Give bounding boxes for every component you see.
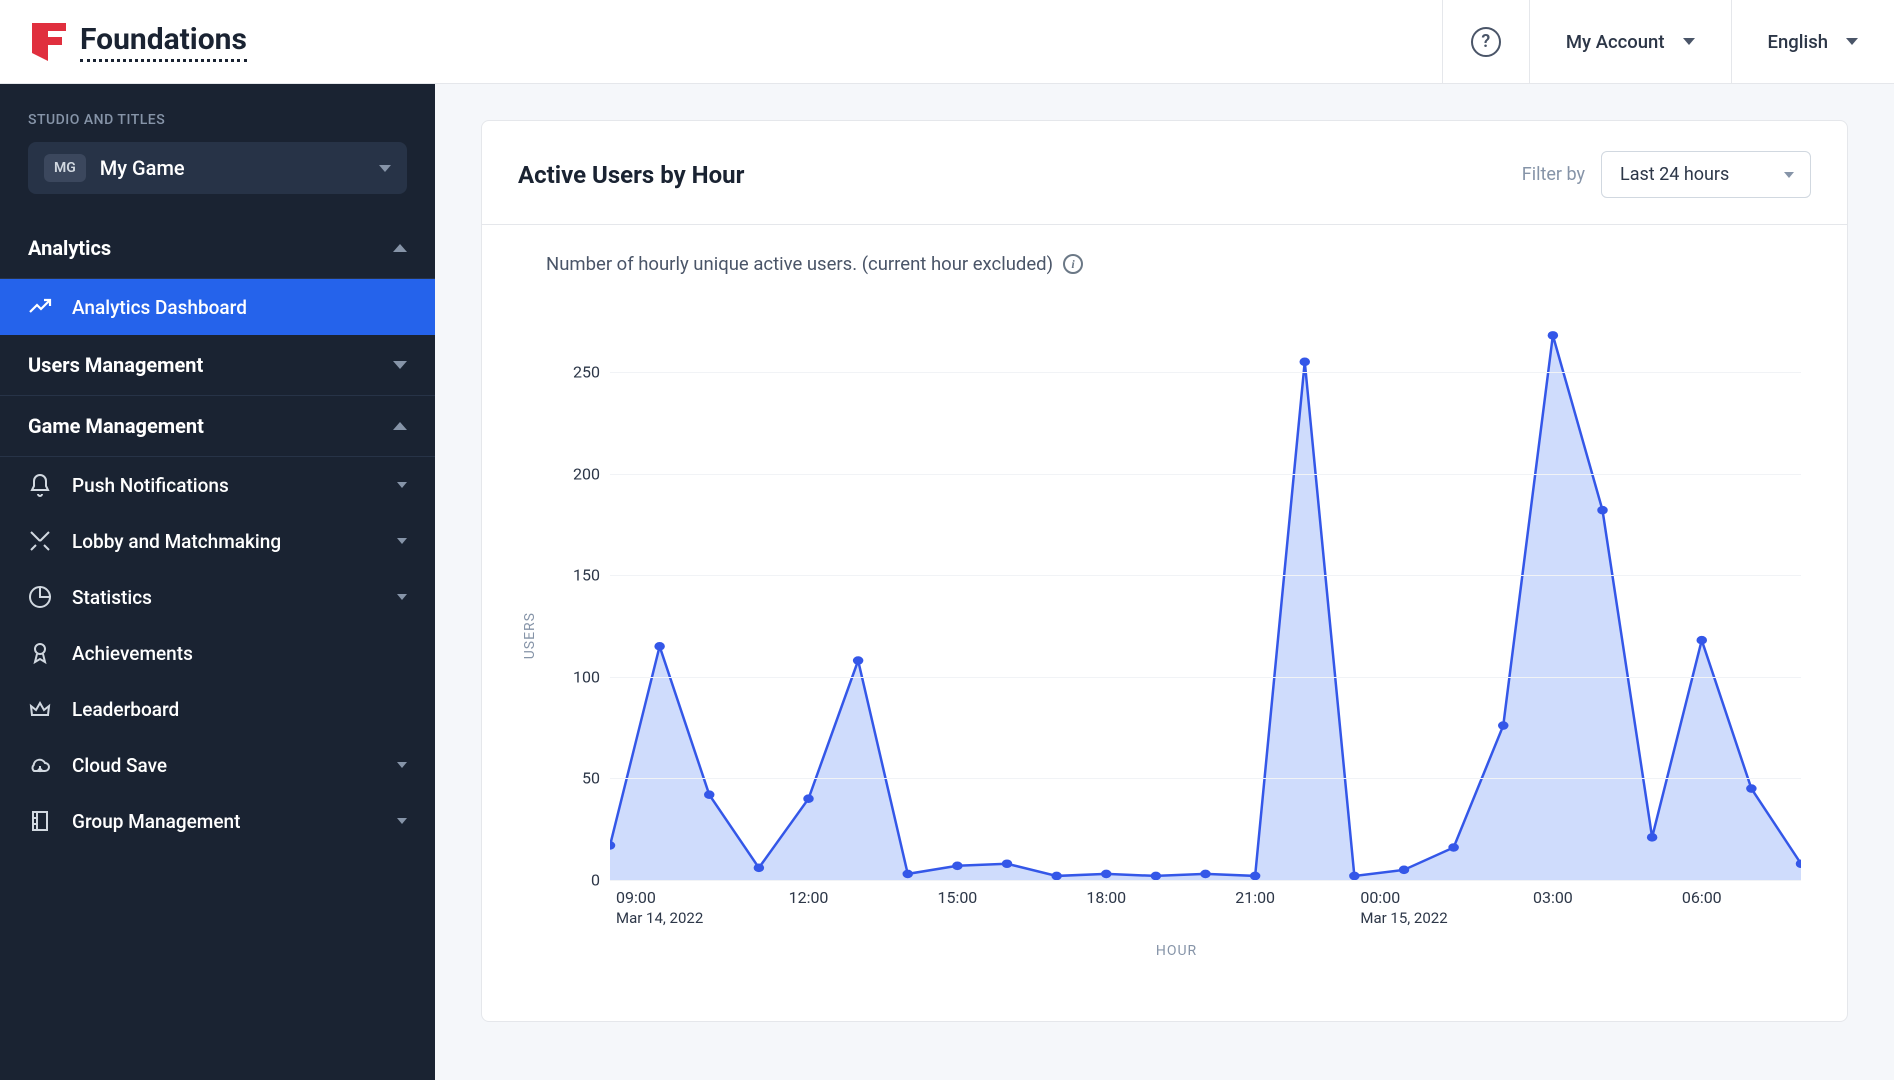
chevron-down-icon	[1846, 38, 1858, 45]
x-tick: 18:00	[1086, 880, 1126, 907]
card-title: Active Users by Hour	[518, 161, 744, 189]
active-users-card: Active Users by Hour Filter by Last 24 h…	[481, 120, 1848, 1022]
game-badge: MG	[44, 154, 86, 182]
nav-lobby-matchmaking[interactable]: Lobby and Matchmaking	[0, 513, 435, 569]
card-header: Active Users by Hour Filter by Last 24 h…	[482, 121, 1847, 225]
chevron-down-icon	[1784, 172, 1794, 178]
filter-value: Last 24 hours	[1620, 164, 1729, 185]
plot-area: 05010015020025009:00Mar 14, 202212:0015:…	[610, 311, 1801, 881]
help-icon: ?	[1471, 27, 1501, 57]
y-tick: 200	[573, 464, 600, 483]
chevron-up-icon	[393, 244, 407, 252]
game-selector[interactable]: MG My Game	[28, 142, 407, 194]
language-menu[interactable]: English	[1731, 0, 1894, 83]
chevron-down-icon	[397, 818, 407, 824]
chevron-down-icon	[397, 594, 407, 600]
main-content: Active Users by Hour Filter by Last 24 h…	[435, 84, 1894, 1080]
nav-analytics-dashboard[interactable]: Analytics Dashboard	[0, 279, 435, 335]
x-tick: 12:00	[789, 880, 829, 907]
x-tick: 03:00	[1533, 880, 1573, 907]
brand-logo-icon	[32, 23, 66, 61]
chart-caption: Number of hourly unique active users. (c…	[546, 253, 1811, 275]
filter-group: Filter by Last 24 hours	[1522, 151, 1811, 198]
account-label: My Account	[1566, 31, 1665, 53]
x-tick: 06:00	[1682, 880, 1722, 907]
caption-text: Number of hourly unique active users. (c…	[546, 253, 1053, 275]
pie-chart-icon	[28, 585, 52, 609]
swords-icon	[28, 529, 52, 553]
nav-achievements[interactable]: Achievements	[0, 625, 435, 681]
brand: Foundations	[32, 22, 247, 62]
chevron-down-icon	[379, 165, 391, 172]
nav-label: Lobby and Matchmaking	[72, 530, 281, 553]
medal-icon	[28, 641, 52, 665]
trend-up-icon	[28, 295, 52, 319]
section-game-management[interactable]: Game Management	[0, 396, 435, 457]
nav-label: Leaderboard	[72, 698, 179, 721]
info-icon[interactable]: i	[1063, 254, 1083, 274]
nav-leaderboard[interactable]: Leaderboard	[0, 681, 435, 737]
nav-label: Cloud Save	[72, 754, 167, 777]
filter-label: Filter by	[1522, 164, 1585, 185]
y-axis-title: USERS	[518, 612, 542, 659]
x-axis-title: HOUR	[1156, 943, 1197, 959]
section-title: Analytics	[28, 236, 111, 260]
sidebar-section-label: STUDIO AND TITLES	[0, 112, 435, 142]
sidebar: STUDIO AND TITLES MG My Game Analytics A…	[0, 84, 435, 1080]
x-tick: 09:00Mar 14, 2022	[616, 880, 703, 927]
topbar-right: ? My Account English	[1442, 0, 1894, 83]
account-menu[interactable]: My Account	[1529, 0, 1731, 83]
chevron-down-icon	[397, 538, 407, 544]
bell-icon	[28, 473, 52, 497]
flag-icon	[28, 809, 52, 833]
section-title: Game Management	[28, 414, 204, 438]
y-tick: 250	[573, 362, 600, 381]
filter-select[interactable]: Last 24 hours	[1601, 151, 1811, 198]
chevron-down-icon	[393, 361, 407, 369]
nav-label: Achievements	[72, 642, 193, 665]
nav-label: Statistics	[72, 586, 152, 609]
help-button[interactable]: ?	[1442, 0, 1529, 83]
y-tick: 150	[573, 566, 600, 585]
nav-group-management[interactable]: Group Management	[0, 793, 435, 849]
topbar: Foundations ? My Account English	[0, 0, 1894, 84]
game-name: My Game	[100, 156, 365, 180]
section-analytics[interactable]: Analytics	[0, 218, 435, 279]
card-body: Number of hourly unique active users. (c…	[482, 225, 1847, 1021]
section-title: Users Management	[28, 353, 203, 377]
section-users-management[interactable]: Users Management	[0, 335, 435, 396]
x-tick: 15:00	[937, 880, 977, 907]
nav-statistics[interactable]: Statistics	[0, 569, 435, 625]
language-label: English	[1768, 31, 1828, 53]
nav-label: Analytics Dashboard	[72, 296, 247, 319]
x-tick: 00:00Mar 15, 2022	[1360, 880, 1447, 927]
chevron-down-icon	[397, 482, 407, 488]
chevron-down-icon	[397, 762, 407, 768]
y-tick: 0	[591, 871, 600, 890]
chevron-down-icon	[1683, 38, 1695, 45]
y-tick: 50	[582, 769, 600, 788]
x-tick: 21:00	[1235, 880, 1275, 907]
nav-label: Push Notifications	[72, 474, 229, 497]
nav-cloud-save[interactable]: Cloud Save	[0, 737, 435, 793]
crown-icon	[28, 697, 52, 721]
nav-push-notifications[interactable]: Push Notifications	[0, 457, 435, 513]
cloud-sync-icon	[28, 753, 52, 777]
chevron-up-icon	[393, 422, 407, 430]
brand-name: Foundations	[80, 22, 247, 62]
nav-label: Group Management	[72, 810, 240, 833]
chart: USERS 05010015020025009:00Mar 14, 202212…	[518, 291, 1811, 981]
y-tick: 100	[573, 667, 600, 686]
